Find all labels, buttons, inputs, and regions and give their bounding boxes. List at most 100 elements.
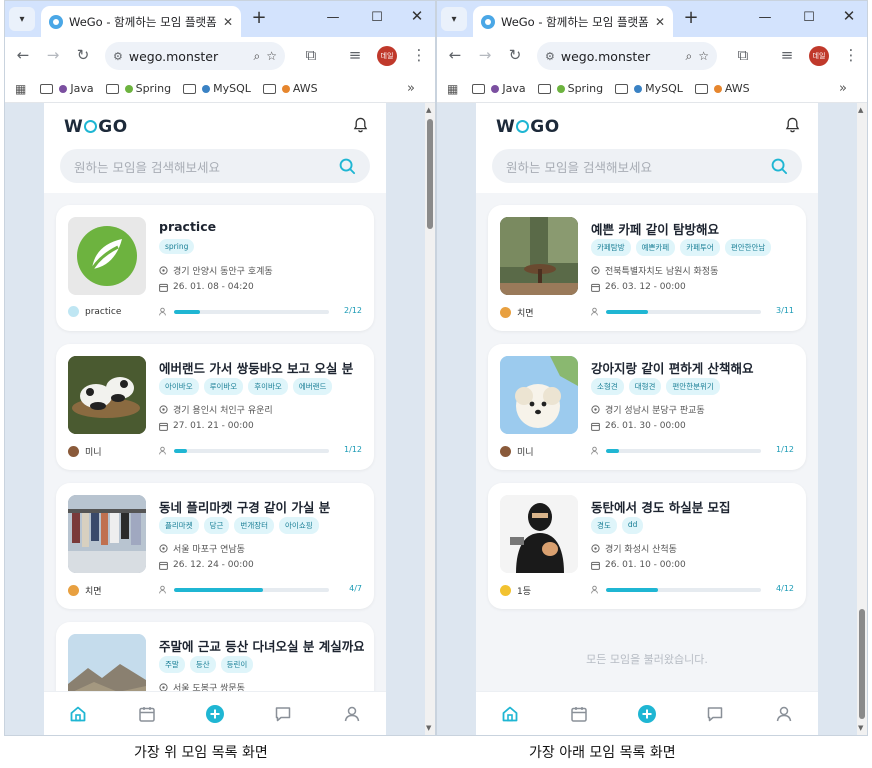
menu-kebab-icon[interactable]: ⋮ bbox=[841, 46, 861, 64]
bell-icon[interactable] bbox=[353, 117, 368, 133]
participant-count: 3/11 bbox=[776, 306, 794, 315]
nav-profile[interactable] bbox=[771, 701, 797, 727]
scroll-thumb[interactable] bbox=[427, 119, 433, 229]
forward-icon[interactable]: → bbox=[475, 46, 495, 64]
media-control-icon[interactable]: ≡ bbox=[777, 46, 797, 64]
close-window-icon[interactable]: ✕ bbox=[841, 7, 857, 25]
tab-close-icon[interactable]: ✕ bbox=[223, 15, 233, 29]
bookmark-aws[interactable]: AWS bbox=[262, 82, 318, 95]
home-icon bbox=[502, 706, 518, 721]
media-control-icon[interactable]: ≡ bbox=[345, 46, 365, 64]
close-window-icon[interactable]: ✕ bbox=[409, 7, 425, 25]
new-tab-icon[interactable]: + bbox=[679, 7, 703, 28]
forward-icon[interactable]: → bbox=[43, 46, 63, 64]
maximize-icon[interactable]: ☐ bbox=[801, 10, 817, 25]
bookmark-java[interactable]: Java bbox=[472, 82, 526, 95]
tab-search-icon[interactable]: ▾ bbox=[9, 7, 35, 31]
meeting-card[interactable]: 동네 플리마켓 구경 같이 가실 분 플리마켓 당근 번개장터 아이쇼핑 서울 … bbox=[56, 483, 374, 609]
wego-logo[interactable]: W GO bbox=[496, 117, 560, 137]
meeting-card[interactable]: 동탄에서 경도 하실분 모집 경도 dd 경기 화성시 산척동 26. 01. … bbox=[488, 483, 806, 609]
apps-grid-icon[interactable]: ▦ bbox=[15, 82, 26, 96]
zoom-icon[interactable]: ⌕ bbox=[254, 49, 261, 64]
tag-list: 주말 등산 등린이 bbox=[159, 656, 258, 673]
scroll-down-icon[interactable]: ▼ bbox=[426, 724, 431, 732]
capacity-bar bbox=[606, 588, 761, 592]
extensions-icon[interactable]: ⧉ bbox=[301, 46, 321, 64]
browser-tab[interactable]: WeGo - 함께하는 모임 플랫폼 ✕ bbox=[473, 6, 673, 37]
meeting-card[interactable]: 예쁜 카페 같이 탐방해요 카페탐방 예쁜카페 카페투어 편안한안남 전북특별자… bbox=[488, 205, 806, 331]
meeting-title: 주말에 근교 등산 다녀오실 분 계실까요 bbox=[159, 639, 364, 654]
host-avatar bbox=[500, 585, 511, 596]
page-scrollbar[interactable]: ▲ ▼ bbox=[425, 103, 435, 735]
nav-home[interactable] bbox=[497, 701, 523, 727]
scroll-up-icon[interactable]: ▲ bbox=[858, 106, 863, 114]
site-info-icon[interactable]: ⚙ bbox=[545, 50, 555, 63]
scroll-down-icon[interactable]: ▼ bbox=[858, 724, 863, 732]
tab-close-icon[interactable]: ✕ bbox=[655, 15, 665, 29]
location-pin-icon bbox=[591, 543, 600, 553]
nav-chat[interactable] bbox=[270, 701, 296, 727]
wego-logo[interactable]: W GO bbox=[64, 117, 128, 137]
extensions-icon[interactable]: ⧉ bbox=[733, 46, 753, 64]
new-tab-icon[interactable]: + bbox=[247, 7, 271, 28]
users-icon bbox=[159, 307, 166, 316]
reload-icon[interactable]: ↻ bbox=[505, 46, 525, 64]
bookmarks-more-icon[interactable]: » bbox=[407, 81, 415, 96]
plus-circle-icon bbox=[205, 704, 224, 723]
tag-list: 아이바오 루이바오 후이바오 에버랜드 bbox=[159, 378, 337, 395]
profile-avatar[interactable]: 데일 bbox=[377, 46, 397, 66]
address-bar[interactable]: ⚙ wego.monster ⌕ ☆ bbox=[105, 42, 285, 70]
profile-avatar[interactable]: 데일 bbox=[809, 46, 829, 66]
browser-tab[interactable]: WeGo - 함께하는 모임 플랫폼 ✕ bbox=[41, 6, 241, 37]
caption-bottom-list: 가장 아래 모임 목록 화면 bbox=[529, 745, 676, 761]
search-input[interactable]: 원하는 모임을 검색해보세요 bbox=[506, 157, 771, 176]
minimize-icon[interactable]: — bbox=[325, 10, 341, 25]
nav-calendar[interactable] bbox=[134, 701, 160, 727]
tag: 편안한분위기 bbox=[666, 378, 720, 395]
scroll-thumb[interactable] bbox=[859, 609, 865, 719]
search-input[interactable]: 원하는 모임을 검색해보세요 bbox=[74, 157, 339, 176]
nav-profile[interactable] bbox=[339, 701, 365, 727]
minimize-icon[interactable]: — bbox=[757, 10, 773, 25]
back-icon[interactable]: ← bbox=[445, 46, 465, 64]
apps-grid-icon[interactable]: ▦ bbox=[447, 82, 458, 96]
bookmarks-more-icon[interactable]: » bbox=[839, 81, 847, 96]
bell-icon[interactable] bbox=[785, 117, 800, 133]
search-icon[interactable] bbox=[339, 158, 356, 175]
nav-calendar[interactable] bbox=[566, 701, 592, 727]
tag: 주말 bbox=[159, 656, 185, 673]
menu-kebab-icon[interactable]: ⋮ bbox=[409, 46, 429, 64]
meeting-datetime: 26. 12. 24 - 00:00 bbox=[159, 560, 254, 570]
address-bar[interactable]: ⚙ wego.monster ⌕ ☆ bbox=[537, 42, 717, 70]
search-bar[interactable]: 원하는 모임을 검색해보세요 bbox=[492, 149, 802, 183]
bookmark-star-icon[interactable]: ☆ bbox=[698, 49, 709, 63]
search-icon[interactable] bbox=[771, 158, 788, 175]
bookmark-mysql[interactable]: MySQL bbox=[615, 82, 683, 95]
meeting-card[interactable]: 강아지랑 같이 편하게 산책해요 소형견 대형견 편안한분위기 경기 성남시 분… bbox=[488, 344, 806, 470]
tab-search-icon[interactable]: ▾ bbox=[441, 7, 467, 31]
participant-count: 4/12 bbox=[776, 584, 794, 593]
scroll-up-icon[interactable]: ▲ bbox=[426, 106, 431, 114]
bookmark-star-icon[interactable]: ☆ bbox=[266, 49, 277, 63]
reload-icon[interactable]: ↻ bbox=[73, 46, 93, 64]
bookmark-aws[interactable]: AWS bbox=[694, 82, 750, 95]
bookmark-spring[interactable]: Spring bbox=[537, 82, 603, 95]
maximize-icon[interactable]: ☐ bbox=[369, 10, 385, 25]
nav-chat[interactable] bbox=[702, 701, 728, 727]
bookmark-spring[interactable]: Spring bbox=[105, 82, 171, 95]
page-scrollbar[interactable]: ▲ ▼ bbox=[857, 103, 867, 735]
bookmark-java[interactable]: Java bbox=[40, 82, 94, 95]
meeting-card[interactable]: 에버랜드 가서 쌍둥바오 보고 오실 분 아이바오 루이바오 후이바오 에버랜드… bbox=[56, 344, 374, 470]
nav-create[interactable] bbox=[202, 701, 228, 727]
bookmark-mysql[interactable]: MySQL bbox=[183, 82, 251, 95]
nav-home[interactable] bbox=[65, 701, 91, 727]
search-bar[interactable]: 원하는 모임을 검색해보세요 bbox=[60, 149, 370, 183]
calendar-icon bbox=[159, 422, 168, 431]
chat-icon bbox=[276, 706, 291, 721]
capacity-fill bbox=[174, 310, 200, 314]
back-icon[interactable]: ← bbox=[13, 46, 33, 64]
site-info-icon[interactable]: ⚙ bbox=[113, 50, 123, 63]
meeting-card[interactable]: practice spring 경기 안양시 동안구 호계동 26. 01. 0… bbox=[56, 205, 374, 331]
nav-create[interactable] bbox=[634, 701, 660, 727]
zoom-icon[interactable]: ⌕ bbox=[686, 49, 693, 64]
